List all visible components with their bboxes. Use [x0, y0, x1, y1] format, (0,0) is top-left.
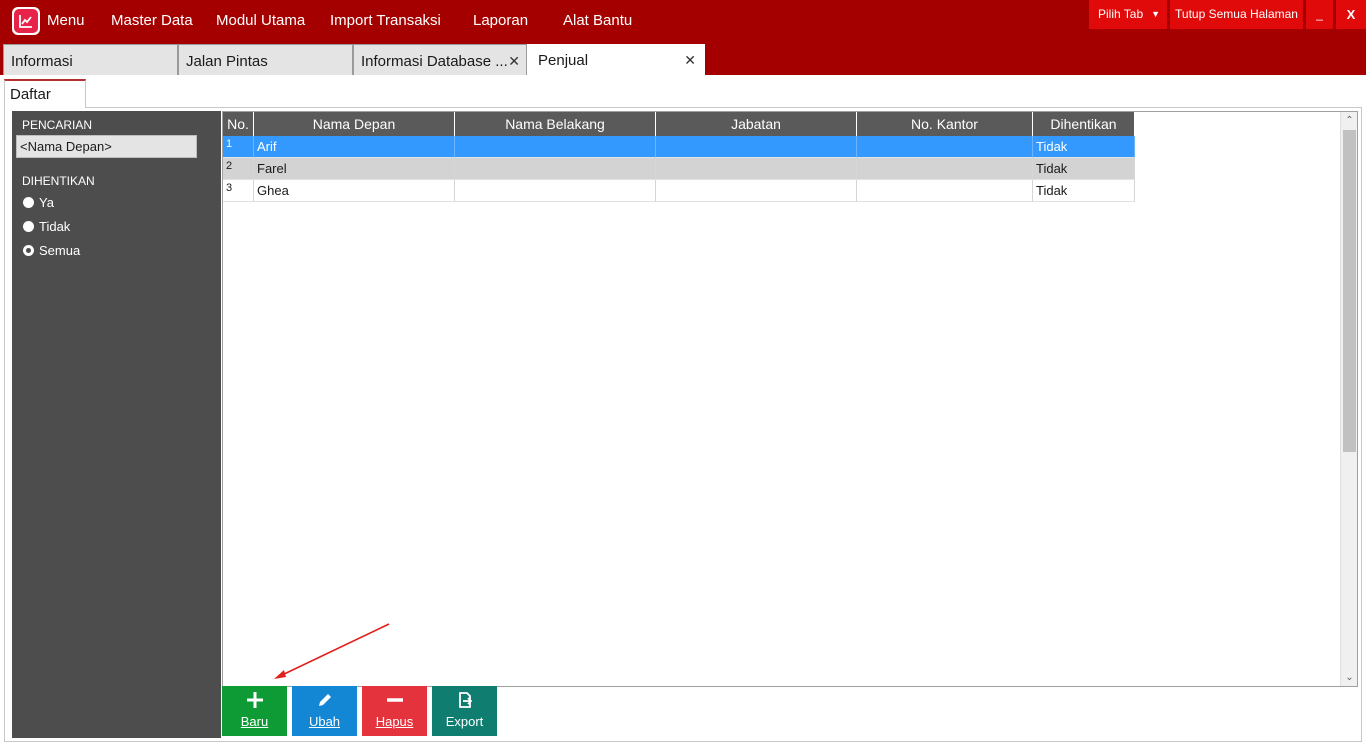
tutup-semua-halaman-button[interactable]: Tutup Semua Halaman: [1170, 0, 1303, 29]
content-area: Daftar PENCARIAN DIHENTIKAN Ya Tidak Sem…: [0, 75, 1366, 746]
radio-label: Ya: [39, 195, 54, 210]
cell-jabatan: [656, 158, 857, 180]
cell-dihentikan: Tidak: [1033, 136, 1135, 158]
dihentikan-title: DIHENTIKAN: [22, 174, 95, 188]
tab-label: Informasi: [11, 53, 73, 70]
menu-laporan[interactable]: Laporan: [473, 11, 528, 31]
cell-no: 3: [223, 180, 254, 202]
cell-nama-belakang: [455, 180, 656, 202]
grid-header: No. Nama Depan Nama Belakang Jabatan No.…: [223, 112, 1135, 136]
filter-sidebar: PENCARIAN DIHENTIKAN Ya Tidak Semua: [12, 111, 221, 738]
tab-strip: Informasi Jalan Pintas Informasi Databas…: [0, 44, 1366, 75]
tab-penjual[interactable]: Penjual ✕: [527, 44, 705, 75]
cell-dihentikan: Tidak: [1033, 180, 1135, 202]
table-row[interactable]: 1 Arif Tidak: [223, 136, 1135, 158]
column-header-no-kantor[interactable]: No. Kantor: [857, 112, 1033, 136]
subtab-daftar[interactable]: Daftar: [4, 79, 86, 108]
export-button[interactable]: Export: [432, 686, 497, 736]
radio-label: Tidak: [39, 219, 71, 234]
cell-no-kantor: [857, 158, 1033, 180]
column-header-nama-belakang[interactable]: Nama Belakang: [455, 112, 656, 136]
cell-nama-belakang: [455, 158, 656, 180]
export-icon: [432, 686, 497, 714]
radio-label: Semua: [39, 243, 81, 258]
scroll-down-icon[interactable]: ⌄: [1341, 669, 1357, 686]
column-header-no[interactable]: No.: [223, 112, 254, 136]
menu-master-data[interactable]: Master Data: [111, 11, 193, 31]
radio-ya[interactable]: Ya: [23, 195, 54, 210]
column-header-dihentikan[interactable]: Dihentikan: [1033, 112, 1135, 136]
cell-jabatan: [656, 136, 857, 158]
cell-no-kantor: [857, 180, 1033, 202]
scrollbar-thumb[interactable]: [1343, 130, 1356, 452]
radio-unchecked-icon: [23, 221, 34, 232]
table-row[interactable]: 2 Farel Tidak: [223, 158, 1135, 180]
tab-informasi[interactable]: Informasi: [3, 44, 178, 75]
tab-label: Jalan Pintas: [186, 53, 268, 70]
tab-label: Penjual: [538, 52, 589, 69]
cell-no: 1: [223, 136, 254, 158]
radio-checked-icon: [23, 245, 34, 256]
cell-nama-belakang: [455, 136, 656, 158]
close-tab-icon[interactable]: ✕: [508, 45, 520, 75]
caret-down-icon: ▼: [1151, 9, 1160, 19]
tab-informasi-database[interactable]: Informasi Database ... ✕: [353, 44, 527, 75]
column-header-jabatan[interactable]: Jabatan: [656, 112, 857, 136]
plus-icon: [222, 686, 287, 714]
close-tab-icon[interactable]: ✕: [684, 45, 696, 75]
minimize-button[interactable]: _: [1306, 0, 1333, 29]
menu-bar: Menu Master Data Modul Utama Import Tran…: [0, 0, 1366, 44]
ubah-label: Ubah: [308, 714, 341, 729]
ubah-button[interactable]: Ubah: [292, 686, 357, 736]
vertical-scrollbar[interactable]: ⌃ ⌄: [1340, 112, 1357, 686]
menu-menu[interactable]: Menu: [47, 11, 85, 31]
scroll-up-icon[interactable]: ⌃: [1341, 112, 1357, 129]
cell-jabatan: [656, 180, 857, 202]
cell-dihentikan: Tidak: [1033, 158, 1135, 180]
app-logo-icon[interactable]: [12, 7, 40, 35]
cell-nama-depan: Farel: [254, 158, 455, 180]
hapus-label: Hapus: [375, 714, 414, 729]
pencil-icon: [292, 686, 357, 714]
column-header-nama-depan[interactable]: Nama Depan: [254, 112, 455, 136]
search-title: PENCARIAN: [22, 118, 93, 132]
menu-import-transaksi[interactable]: Import Transaksi: [330, 11, 441, 31]
cell-nama-depan: Arif: [254, 136, 455, 158]
data-grid[interactable]: No. Nama Depan Nama Belakang Jabatan No.…: [222, 111, 1358, 687]
radio-tidak[interactable]: Tidak: [23, 219, 70, 234]
hapus-button[interactable]: Hapus: [362, 686, 427, 736]
table-row[interactable]: 3 Ghea Tidak: [223, 180, 1135, 202]
cell-nama-depan: Ghea: [254, 180, 455, 202]
search-input[interactable]: [16, 135, 197, 158]
pilih-tab-label: Pilih Tab: [1098, 7, 1144, 21]
baru-label: Baru: [240, 714, 269, 729]
export-label: Export: [445, 714, 484, 729]
radio-semua[interactable]: Semua: [23, 243, 80, 258]
menu-alat-bantu[interactable]: Alat Bantu: [563, 11, 632, 31]
baru-button[interactable]: Baru: [222, 686, 287, 736]
radio-unchecked-icon: [23, 197, 34, 208]
tab-jalan-pintas[interactable]: Jalan Pintas: [178, 44, 353, 75]
cell-no: 2: [223, 158, 254, 180]
menu-modul-utama[interactable]: Modul Utama: [216, 11, 305, 31]
cell-no-kantor: [857, 136, 1033, 158]
pilih-tab-button[interactable]: Pilih Tab ▼: [1089, 0, 1167, 29]
close-window-button[interactable]: X: [1336, 0, 1366, 29]
minus-icon: [362, 686, 427, 714]
tab-label: Informasi Database ...: [361, 53, 508, 70]
